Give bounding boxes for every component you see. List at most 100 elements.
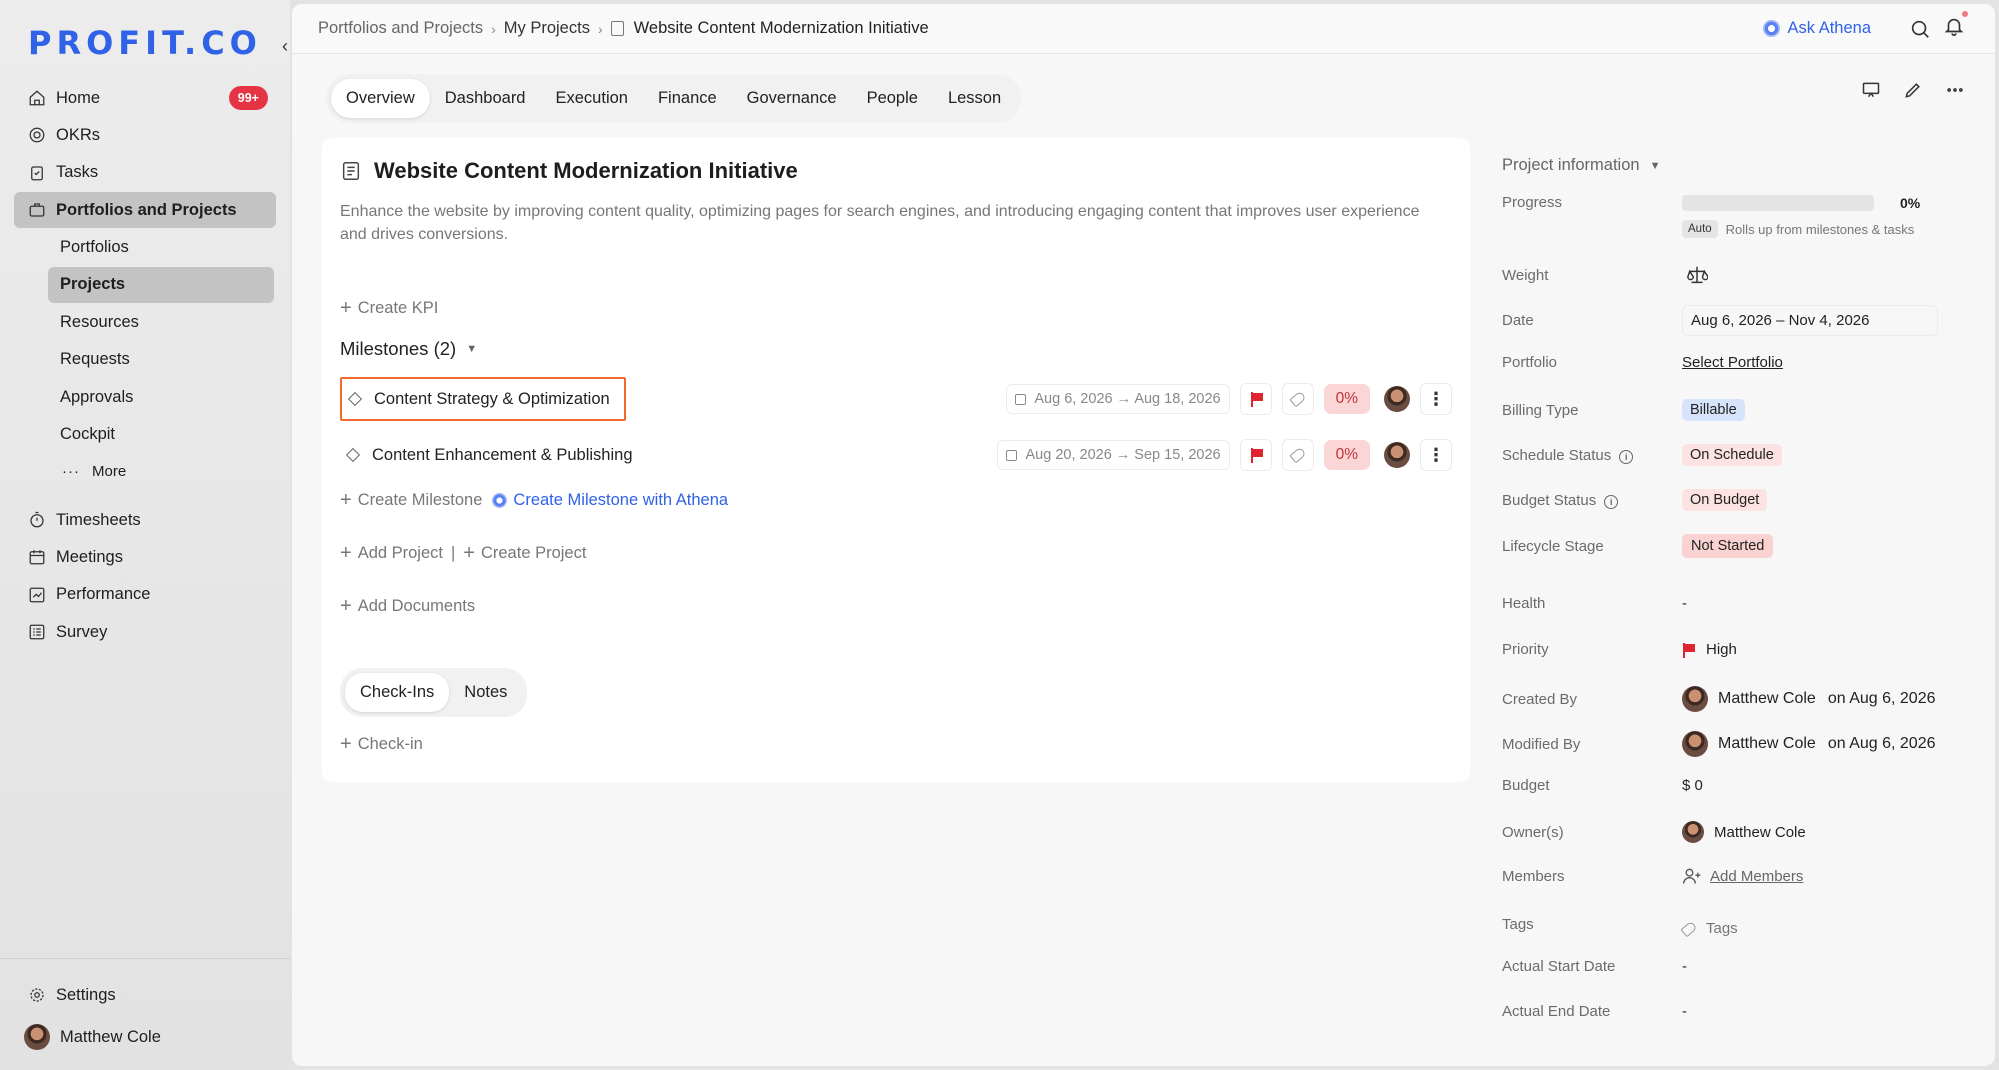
edit-icon[interactable] [1903, 80, 1923, 100]
sidebar-sub-item-resources[interactable]: Resources [14, 304, 276, 340]
tab-governance[interactable]: Governance [732, 79, 852, 118]
lifecycle-stage-label: Lifecycle Stage [1502, 537, 1604, 555]
ask-athena-button[interactable]: Ask Athena [1762, 19, 1871, 38]
tab-overview[interactable]: Overview [331, 79, 430, 118]
milestones-label: Milestones [340, 338, 429, 359]
breadcrumb-my-projects[interactable]: My Projects [504, 19, 590, 38]
chevron-down-icon: ▼ [1649, 159, 1661, 172]
milestone-date-range[interactable]: Aug 6, 2026 → Aug 18, 2026 [1006, 384, 1230, 414]
create-project-button[interactable]: Create Project [481, 544, 586, 563]
add-documents-button[interactable]: + Add Documents [340, 596, 475, 616]
tags-button[interactable] [1281, 383, 1314, 415]
sidebar-sub-item-projects[interactable]: Projects [48, 266, 274, 303]
profitco-logo[interactable]: PROFIT.CO [28, 24, 262, 62]
presentation-icon[interactable] [1861, 80, 1881, 100]
milestone-name[interactable]: Content Enhancement & Publishing [340, 433, 647, 477]
create-kpi-label: Create KPI [357, 298, 439, 317]
weight-value[interactable] [1682, 264, 1708, 286]
progress-row: Progress 0% [1502, 194, 1982, 211]
sidebar-item-settings[interactable]: Settings [14, 977, 290, 1013]
tags-button[interactable] [1281, 439, 1314, 471]
milestone-more-icon[interactable]: ⋮ [1420, 439, 1452, 471]
health-row: Health - [1502, 595, 1982, 612]
project-information-heading: Project information [1502, 156, 1640, 174]
lifecycle-stage-badge[interactable]: Not Started [1682, 534, 1774, 558]
sidebar-item-survey[interactable]: Survey [14, 614, 276, 650]
actual-end-date-value: - [1682, 1003, 1687, 1020]
athena-icon [492, 492, 508, 508]
more-label: More [92, 463, 127, 481]
tags-value-text: Tags [1706, 920, 1738, 937]
priority-flag-button[interactable] [1239, 383, 1272, 415]
milestone-owner-avatar[interactable] [1384, 386, 1410, 412]
create-kpi-button[interactable]: + Create KPI [340, 298, 438, 318]
sidebar-item-portfolios-and-projects[interactable]: Portfolios and Projects [14, 192, 276, 229]
tab-people[interactable]: People [852, 79, 933, 118]
actual-end-date-row: Actual End Date - [1502, 1003, 1982, 1020]
tab-lesson[interactable]: Lesson [933, 79, 1016, 118]
add-members-link[interactable]: Add Members [1710, 868, 1803, 885]
create-milestone-button[interactable]: Create Milestone [358, 491, 483, 510]
milestone-owner-avatar[interactable] [1384, 442, 1410, 468]
more-options-icon[interactable] [1945, 80, 1965, 100]
owners-value[interactable]: Matthew Cole [1682, 821, 1806, 843]
info-icon[interactable]: i [1604, 494, 1619, 509]
chevron-down-icon[interactable]: ▼ [466, 343, 477, 355]
project-information-toggle[interactable]: Project information ▼ [1502, 156, 1982, 175]
collapse-sidebar-icon[interactable]: ‹ [282, 36, 288, 57]
search-icon[interactable] [1909, 18, 1931, 40]
sidebar-item-meetings[interactable]: Meetings [14, 539, 276, 575]
sidebar-more-button[interactable]: ··· More [14, 454, 276, 490]
milestone-more-icon[interactable]: ⋮ [1420, 383, 1452, 415]
tags-value[interactable]: Tags [1680, 920, 1738, 937]
priority-flag-button[interactable] [1239, 439, 1272, 471]
budget-status-badge[interactable]: On Budget [1682, 489, 1768, 511]
sidebar-item-okrs[interactable]: OKRs [14, 117, 276, 153]
check-in-label: Check-in [357, 734, 423, 753]
sidebar-item-performance[interactable]: Performance [14, 577, 276, 613]
project-information-panel: Project information ▼ Progress 0% Auto R… [1502, 156, 1982, 1020]
tab-notes[interactable]: Notes [449, 673, 522, 712]
portfolio-label: Portfolio [1502, 354, 1558, 371]
sidebar-item-label: Performance [56, 585, 151, 604]
priority-value[interactable]: High [1682, 641, 1737, 658]
flag-icon [1250, 392, 1263, 407]
stopwatch-icon [30, 511, 44, 528]
user-profile[interactable]: Matthew Cole [14, 1019, 290, 1055]
sidebar-sub-item-cockpit[interactable]: Cockpit [14, 417, 276, 453]
user-name: Matthew Cole [60, 1027, 161, 1046]
date-range-field[interactable]: Aug 6, 2026 – Nov 4, 2026 [1682, 305, 1938, 336]
top-bar: Portfolios and Projects › My Projects › … [292, 4, 1995, 54]
sidebar-item-home[interactable]: Home 99+ [14, 80, 276, 116]
progress-label: Progress [1502, 194, 1563, 211]
check-in-button[interactable]: + Check-in [340, 734, 423, 754]
tab-check-ins[interactable]: Check-Ins [345, 673, 450, 712]
rollup-hint: Rolls up from milestones & tasks [1725, 221, 1915, 237]
sidebar-sub-item-approvals[interactable]: Approvals [14, 379, 276, 415]
notifications-button[interactable] [1931, 11, 1968, 42]
tab-dashboard[interactable]: Dashboard [430, 79, 541, 118]
milestone-date-range[interactable]: Aug 20, 2026 → Sep 15, 2026 [997, 440, 1230, 470]
sidebar-sub-item-requests[interactable]: Requests [14, 342, 276, 378]
modified-by-row: Modified By Matthew Cole on Aug 6, 2026 [1502, 731, 1982, 757]
modifier-avatar [1682, 731, 1708, 757]
info-icon[interactable]: i [1619, 449, 1634, 464]
create-milestone-athena-button[interactable]: Create Milestone with Athena [492, 491, 728, 510]
sidebar-item-timesheets[interactable]: Timesheets [14, 502, 276, 538]
budget-status-row: Budget Status i On Budget [1502, 489, 1982, 511]
breadcrumb-portfolios-and-projects[interactable]: Portfolios and Projects [318, 19, 483, 38]
tab-execution[interactable]: Execution [541, 79, 643, 118]
gear-icon [30, 988, 44, 1002]
add-project-button[interactable]: Add Project [358, 544, 443, 563]
secondary-nav: Timesheets Meetings Performance Survey [14, 502, 276, 652]
sidebar-item-tasks[interactable]: Tasks [14, 155, 276, 191]
tab-finance[interactable]: Finance [643, 79, 732, 118]
select-portfolio-link[interactable]: Select Portfolio [1682, 354, 1783, 371]
schedule-status-badge[interactable]: On Schedule [1682, 444, 1782, 466]
sidebar-sub-item-portfolios[interactable]: Portfolios [14, 230, 276, 266]
billing-type-badge[interactable]: Billable [1682, 399, 1745, 421]
project-card: Website Content Modernization Initiative… [322, 138, 1470, 782]
milestone-name[interactable]: Content Strategy & Optimization [340, 377, 626, 421]
calendar-icon [1015, 393, 1027, 405]
auto-chip: Auto [1682, 220, 1718, 238]
